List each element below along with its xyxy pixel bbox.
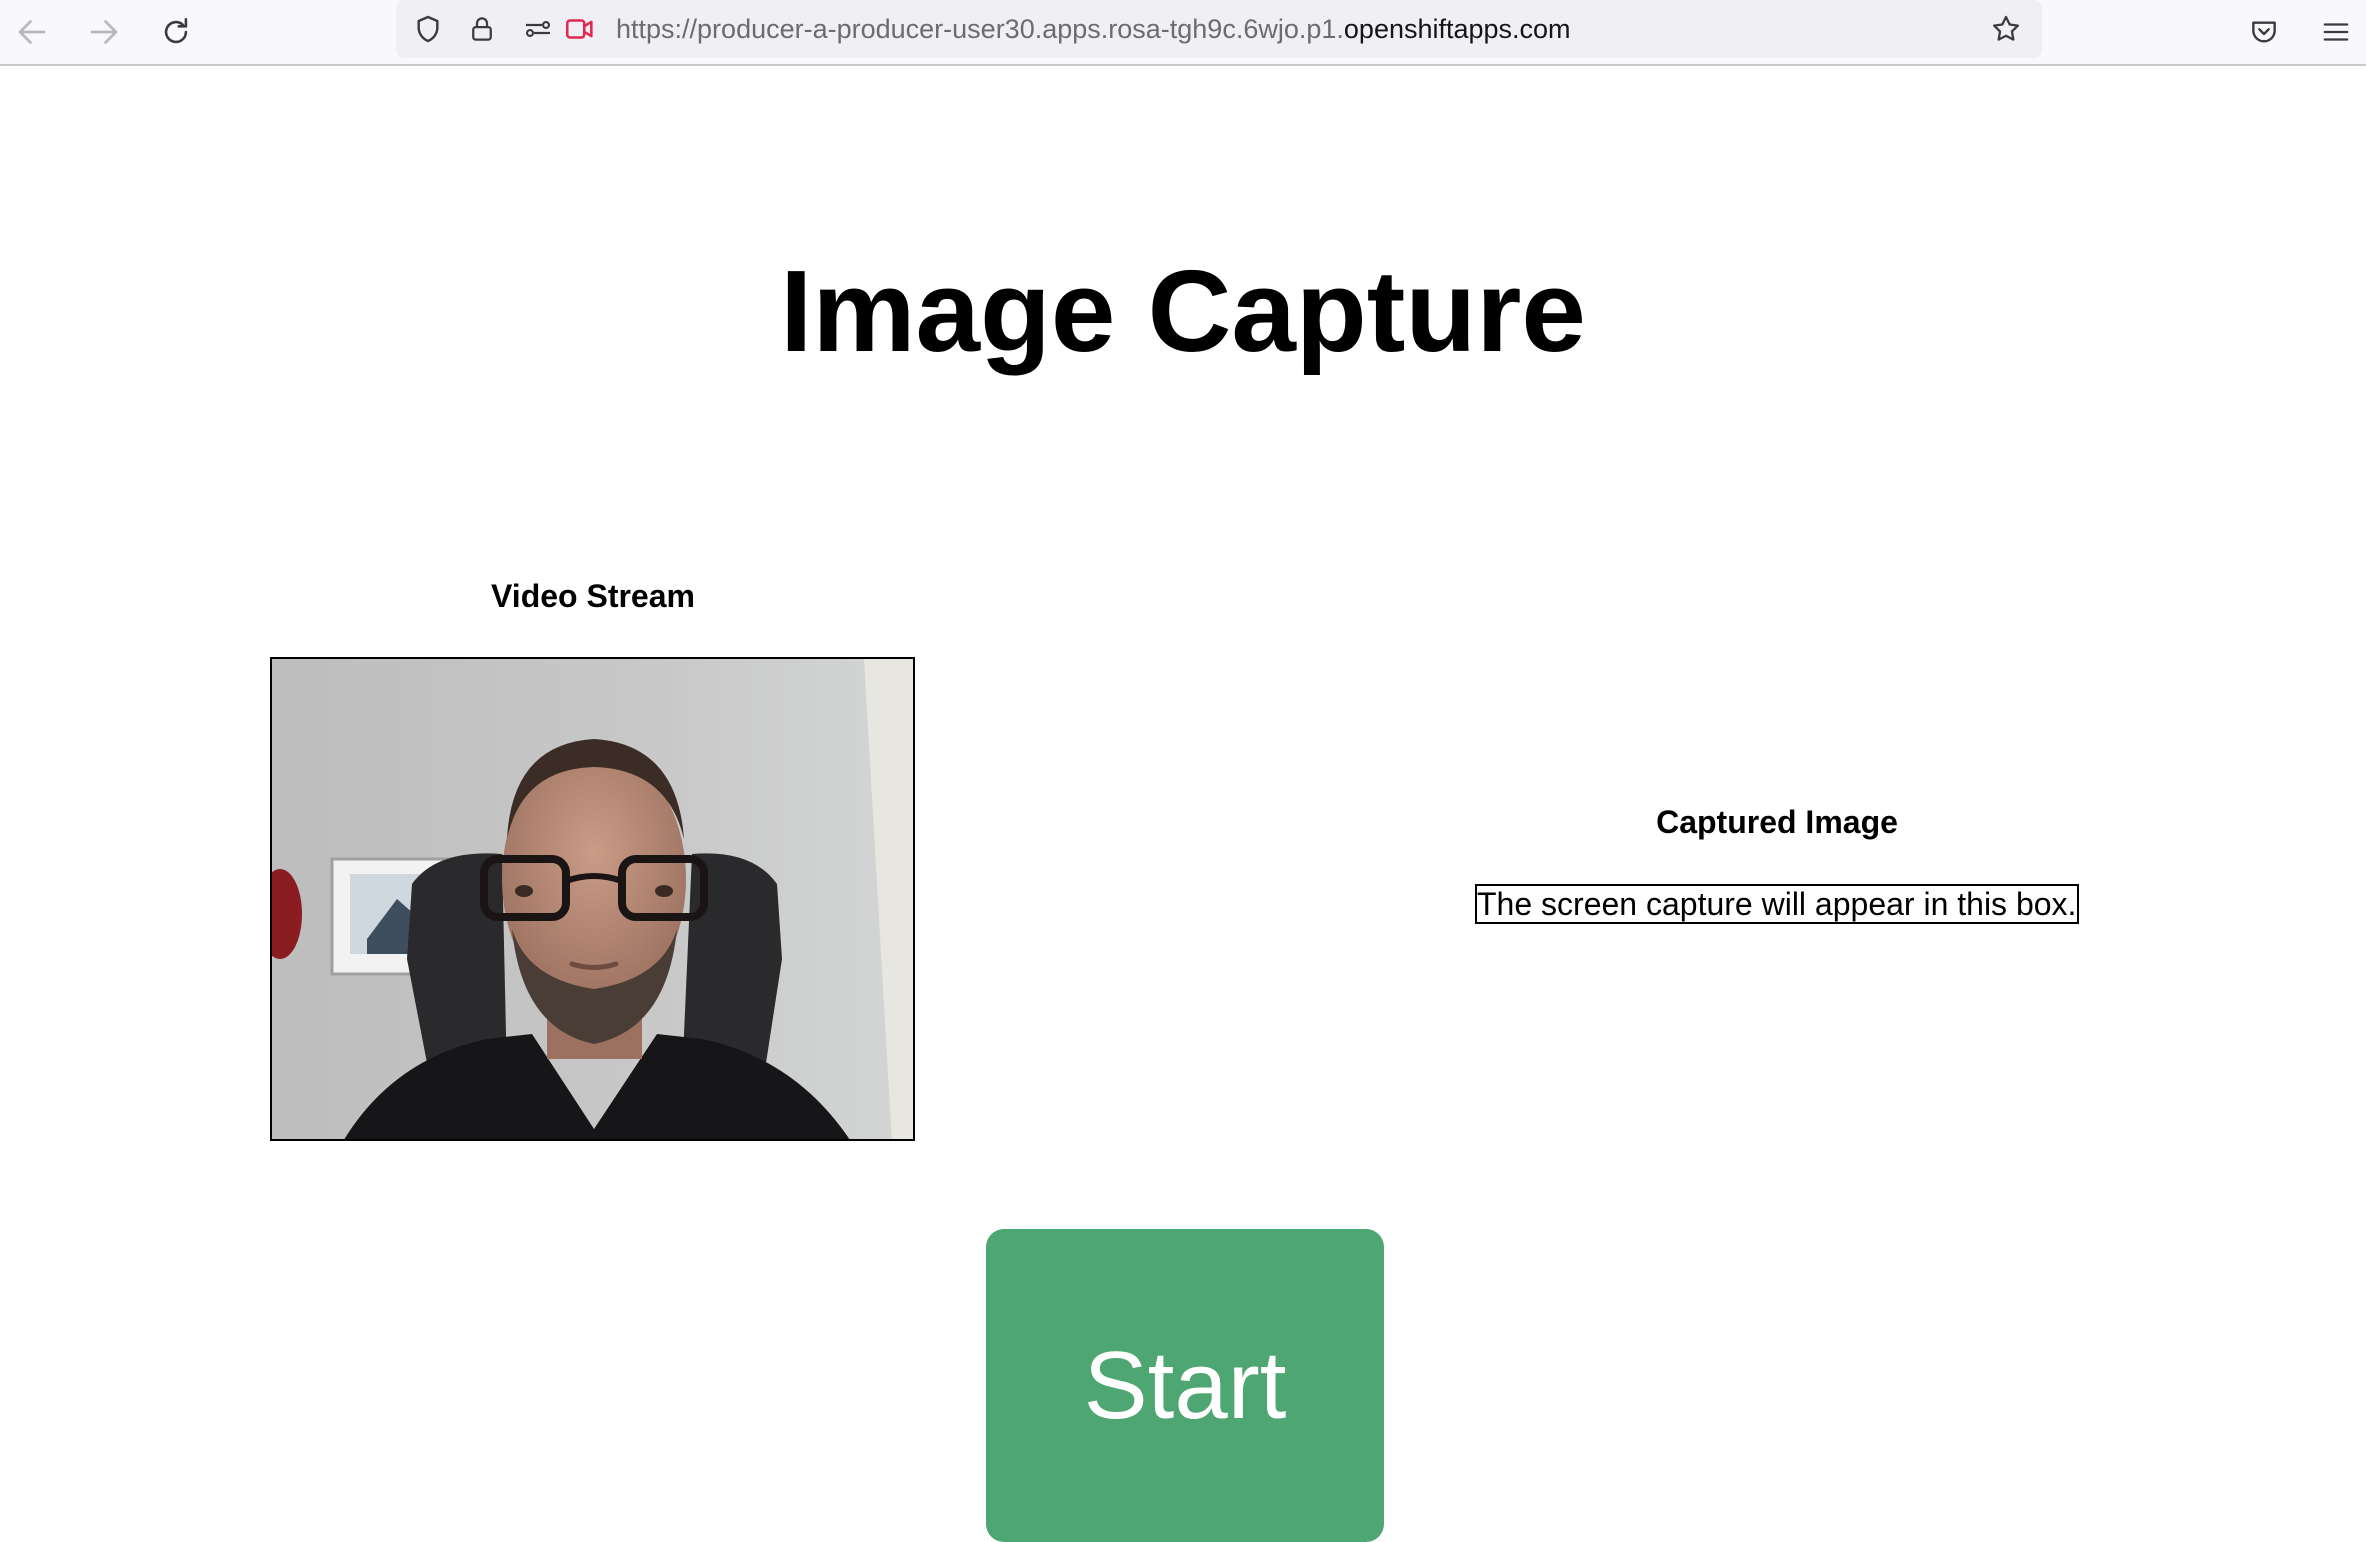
url-domain: openshiftapps.com [1343,14,1571,44]
bookmark-star-icon[interactable] [1986,9,2026,49]
page-title: Image Capture [780,246,1586,376]
menu-icon[interactable] [2312,8,2360,56]
camera-sharing-icon[interactable] [560,9,600,49]
reload-icon[interactable] [152,8,200,56]
permissions-icon[interactable] [518,9,558,49]
lock-icon[interactable] [462,9,502,49]
browser-toolbar: https://producer-a-producer-user30.apps.… [0,0,2366,66]
address-bar[interactable]: https://producer-a-producer-user30.apps.… [396,0,2042,58]
pocket-icon[interactable] [2240,8,2288,56]
video-stream [270,657,915,1141]
url-prefix: https://producer-a-producer-user30.apps.… [616,14,1344,44]
start-button[interactable]: Start [986,1229,1384,1542]
webcam-feed-image [272,659,913,1139]
forward-icon[interactable] [80,8,128,56]
video-stream-heading: Video Stream [491,578,695,614]
captured-image-heading: Captured Image [1656,804,1898,840]
shield-icon[interactable] [408,9,448,49]
back-icon[interactable] [8,8,56,56]
captured-image-box: The screen capture will appear in this b… [1475,884,2079,924]
url-text[interactable]: https://producer-a-producer-user30.apps.… [616,12,1571,46]
